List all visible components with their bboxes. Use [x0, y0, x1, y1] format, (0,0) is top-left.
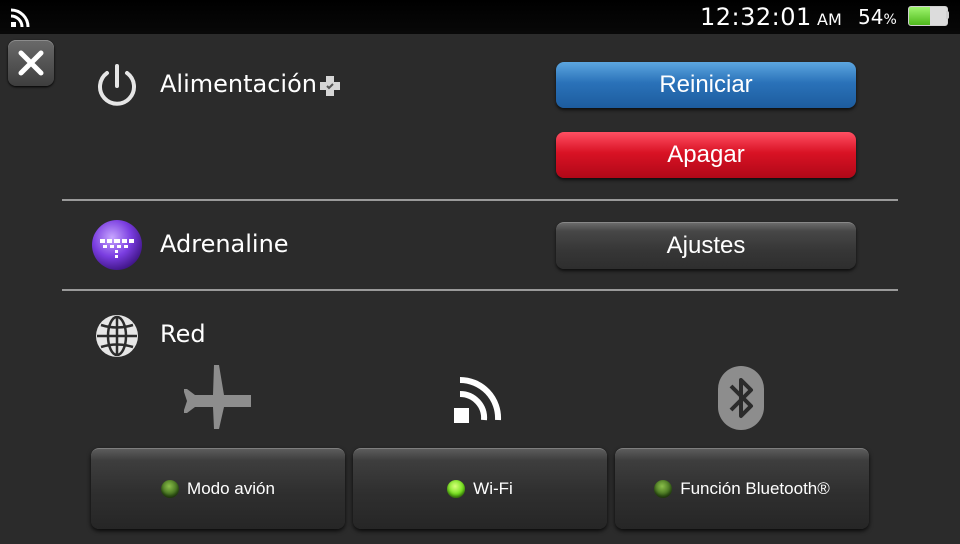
clock-ampm: AM: [817, 10, 842, 29]
bluetooth-label: Función Bluetooth®: [680, 479, 830, 498]
battery-fill: [909, 7, 930, 25]
wifi-toggle[interactable]: Wi-Fi: [353, 448, 607, 529]
airplane-icon: [184, 365, 251, 429]
bluetooth-icon: [718, 366, 764, 430]
wifi-icon: [454, 376, 502, 423]
bluetooth-toggle[interactable]: Función Bluetooth®: [615, 448, 869, 529]
close-x-icon: [18, 50, 44, 76]
status-led: [447, 480, 466, 498]
airplane-mode-toggle[interactable]: Modo avión: [91, 448, 345, 529]
battery-percent-value: 54: [858, 5, 884, 29]
power-icon: [98, 64, 136, 106]
plugin-badge-icon: [320, 76, 340, 96]
shutdown-button[interactable]: Apagar: [556, 132, 856, 178]
globe-icon: [96, 315, 138, 357]
settings-button[interactable]: Ajustes: [556, 222, 856, 269]
divider: [62, 199, 898, 201]
battery-percent: 54%: [858, 5, 897, 29]
wifi-signal-icon: [10, 8, 30, 28]
battery-percent-sign: %: [883, 12, 897, 28]
wifi-label: Wi-Fi: [473, 479, 513, 498]
status-bar: 12:32:01 AM 54%: [0, 0, 960, 34]
adrenaline-label: Adrenaline: [160, 230, 289, 258]
divider: [62, 289, 898, 291]
restart-button[interactable]: Reiniciar: [556, 62, 856, 108]
status-led: [161, 480, 180, 498]
close-button[interactable]: [8, 40, 54, 86]
adrenaline-icon: [92, 220, 142, 270]
airplane-mode-label: Modo avión: [187, 479, 275, 498]
battery-icon: [908, 6, 948, 26]
power-label: Alimentación: [160, 70, 317, 98]
clock-time: 12:32:01: [700, 3, 812, 31]
status-led: [654, 480, 673, 498]
battery-tip: [946, 11, 949, 19]
network-label: Red: [160, 320, 206, 348]
